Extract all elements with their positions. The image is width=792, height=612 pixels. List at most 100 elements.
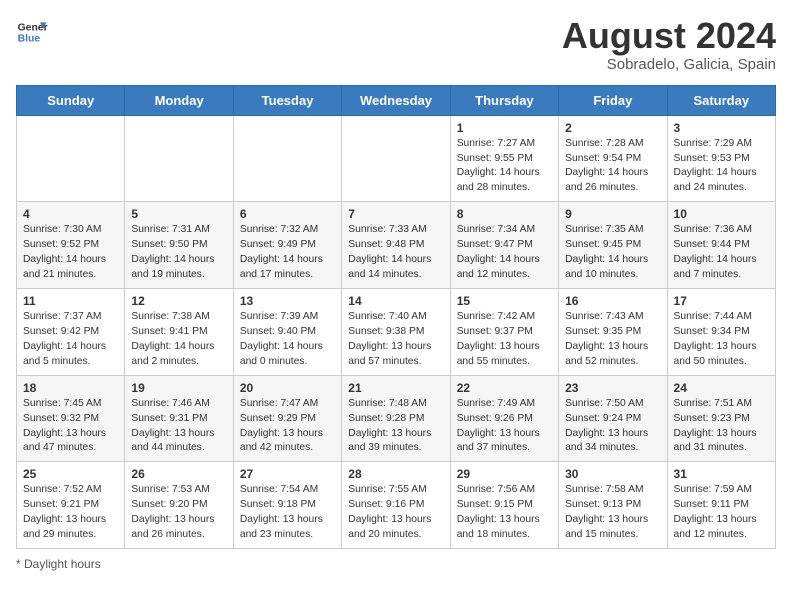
calendar-cell: 16 Sunrise: 7:43 AMSunset: 9:35 PMDayligh…: [559, 288, 667, 375]
calendar-cell: 8Sunrise: 7:34 AMSunset: 9:47 PMDaylight…: [450, 202, 558, 289]
calendar-week-2: 4 Sunrise: 7:30 AMSunset: 9:52 PMDaylight…: [17, 202, 776, 289]
day-number: 11: [23, 294, 118, 308]
day-number: 4: [23, 207, 118, 221]
day-number: 19: [131, 381, 226, 395]
calendar-cell: 14 Sunrise: 7:40 AMSunset: 9:38 PMDayligh…: [342, 288, 450, 375]
day-number: 28: [348, 467, 443, 481]
footer-note: * Daylight hours: [16, 557, 776, 571]
day-info: Sunrise: 7:32 AMSunset: 9:49 PMDaylight:…: [240, 223, 335, 283]
calendar-week-4: 18 Sunrise: 7:45 AMSunset: 9:32 PMDayligh…: [17, 375, 776, 462]
day-number: 2: [565, 121, 660, 135]
calendar-cell: [17, 115, 125, 202]
calendar-cell: 10 Sunrise: 7:36 AMSunset: 9:44 PMDayligh…: [667, 202, 775, 289]
day-info: Sunrise: 7:43 AMSunset: 9:35 PMDaylight:…: [565, 310, 660, 370]
day-info: Sunrise: 7:40 AMSunset: 9:38 PMDaylight:…: [348, 310, 443, 370]
day-info: Sunrise: 7:58 AMSunset: 9:13 PMDaylight:…: [565, 483, 660, 543]
day-info: Sunrise: 7:51 AMSunset: 9:23 PMDaylight:…: [674, 397, 769, 457]
calendar-cell: 20 Sunrise: 7:47 AMSunset: 9:29 PMDayligh…: [233, 375, 341, 462]
calendar-cell: 2 Sunrise: 7:28 AMSunset: 9:54 PMDaylight…: [559, 115, 667, 202]
day-info: Sunrise: 7:36 AMSunset: 9:44 PMDaylight:…: [674, 223, 769, 283]
day-info: Sunrise: 7:52 AMSunset: 9:21 PMDaylight:…: [23, 483, 118, 543]
day-number: 21: [348, 381, 443, 395]
day-header-monday: Monday: [125, 85, 233, 115]
day-number: 22: [457, 381, 552, 395]
calendar-week-3: 11Sunrise: 7:37 AMSunset: 9:42 PMDayligh…: [17, 288, 776, 375]
calendar-cell: 11Sunrise: 7:37 AMSunset: 9:42 PMDayligh…: [17, 288, 125, 375]
calendar-week-5: 25 Sunrise: 7:52 AMSunset: 9:21 PMDayligh…: [17, 462, 776, 549]
day-header-saturday: Saturday: [667, 85, 775, 115]
day-number: 17: [674, 294, 769, 308]
day-info: Sunrise: 7:27 AMSunset: 9:55 PMDaylight:…: [457, 137, 552, 197]
day-info: Sunrise: 7:54 AMSunset: 9:18 PMDaylight:…: [240, 483, 335, 543]
day-header-sunday: Sunday: [17, 85, 125, 115]
logo-icon: General Blue: [16, 16, 48, 48]
day-number: 25: [23, 467, 118, 481]
day-info: Sunrise: 7:38 AMSunset: 9:41 PMDaylight:…: [131, 310, 226, 370]
day-info: Sunrise: 7:59 AMSunset: 9:11 PMDaylight:…: [674, 483, 769, 543]
day-info: Sunrise: 7:44 AMSunset: 9:34 PMDaylight:…: [674, 310, 769, 370]
day-number: 23: [565, 381, 660, 395]
day-number: 14: [348, 294, 443, 308]
day-number: 5: [131, 207, 226, 221]
day-number: 24: [674, 381, 769, 395]
calendar-cell: 28 Sunrise: 7:55 AMSunset: 9:16 PMDayligh…: [342, 462, 450, 549]
day-number: 18: [23, 381, 118, 395]
day-number: 7: [348, 207, 443, 221]
location-subtitle: Sobradelo, Galicia, Spain: [562, 56, 776, 73]
day-header-friday: Friday: [559, 85, 667, 115]
day-number: 6: [240, 207, 335, 221]
calendar-table: SundayMondayTuesdayWednesdayThursdayFrid…: [16, 85, 776, 549]
day-number: 20: [240, 381, 335, 395]
day-info: Sunrise: 7:30 AMSunset: 9:52 PMDaylight:…: [23, 223, 118, 283]
calendar-cell: 12 Sunrise: 7:38 AMSunset: 9:41 PMDayligh…: [125, 288, 233, 375]
calendar-cell: 13Sunrise: 7:39 AMSunset: 9:40 PMDayligh…: [233, 288, 341, 375]
header: General Blue August 2024 Sobradelo, Gali…: [16, 16, 776, 73]
calendar-cell: [125, 115, 233, 202]
svg-text:Blue: Blue: [18, 34, 41, 45]
day-info: Sunrise: 7:53 AMSunset: 9:20 PMDaylight:…: [131, 483, 226, 543]
calendar-cell: 31Sunrise: 7:59 AMSunset: 9:11 PMDayligh…: [667, 462, 775, 549]
day-number: 3: [674, 121, 769, 135]
day-info: Sunrise: 7:35 AMSunset: 9:45 PMDaylight:…: [565, 223, 660, 283]
calendar-cell: 7 Sunrise: 7:33 AMSunset: 9:48 PMDaylight…: [342, 202, 450, 289]
day-info: Sunrise: 7:56 AMSunset: 9:15 PMDaylight:…: [457, 483, 552, 543]
day-number: 10: [674, 207, 769, 221]
calendar-cell: 15 Sunrise: 7:42 AMSunset: 9:37 PMDayligh…: [450, 288, 558, 375]
day-header-wednesday: Wednesday: [342, 85, 450, 115]
day-info: Sunrise: 7:28 AMSunset: 9:54 PMDaylight:…: [565, 137, 660, 197]
day-info: Sunrise: 7:31 AMSunset: 9:50 PMDaylight:…: [131, 223, 226, 283]
calendar-cell: 25 Sunrise: 7:52 AMSunset: 9:21 PMDayligh…: [17, 462, 125, 549]
calendar-cell: 1Sunrise: 7:27 AMSunset: 9:55 PMDaylight…: [450, 115, 558, 202]
calendar-cell: 24 Sunrise: 7:51 AMSunset: 9:23 PMDayligh…: [667, 375, 775, 462]
calendar-cell: 6 Sunrise: 7:32 AMSunset: 9:49 PMDaylight…: [233, 202, 341, 289]
day-number: 15: [457, 294, 552, 308]
calendar-cell: 17 Sunrise: 7:44 AMSunset: 9:34 PMDayligh…: [667, 288, 775, 375]
calendar-cell: 27Sunrise: 7:54 AMSunset: 9:18 PMDayligh…: [233, 462, 341, 549]
day-number: 16: [565, 294, 660, 308]
calendar-cell: [342, 115, 450, 202]
logo: General Blue: [16, 16, 48, 48]
day-info: Sunrise: 7:45 AMSunset: 9:32 PMDaylight:…: [23, 397, 118, 457]
calendar-cell: 29Sunrise: 7:56 AMSunset: 9:15 PMDayligh…: [450, 462, 558, 549]
day-info: Sunrise: 7:48 AMSunset: 9:28 PMDaylight:…: [348, 397, 443, 457]
calendar-cell: 22 Sunrise: 7:49 AMSunset: 9:26 PMDayligh…: [450, 375, 558, 462]
calendar-cell: 3 Sunrise: 7:29 AMSunset: 9:53 PMDaylight…: [667, 115, 775, 202]
day-number: 8: [457, 207, 552, 221]
calendar-cell: 9Sunrise: 7:35 AMSunset: 9:45 PMDaylight…: [559, 202, 667, 289]
calendar-cell: 23 Sunrise: 7:50 AMSunset: 9:24 PMDayligh…: [559, 375, 667, 462]
day-info: Sunrise: 7:50 AMSunset: 9:24 PMDaylight:…: [565, 397, 660, 457]
day-info: Sunrise: 7:42 AMSunset: 9:37 PMDaylight:…: [457, 310, 552, 370]
day-info: Sunrise: 7:33 AMSunset: 9:48 PMDaylight:…: [348, 223, 443, 283]
calendar-week-1: 1Sunrise: 7:27 AMSunset: 9:55 PMDaylight…: [17, 115, 776, 202]
calendar-cell: 4 Sunrise: 7:30 AMSunset: 9:52 PMDaylight…: [17, 202, 125, 289]
calendar-cell: [233, 115, 341, 202]
month-year-title: August 2024: [562, 16, 776, 56]
day-info: Sunrise: 7:29 AMSunset: 9:53 PMDaylight:…: [674, 137, 769, 197]
day-info: Sunrise: 7:49 AMSunset: 9:26 PMDaylight:…: [457, 397, 552, 457]
calendar-cell: 18 Sunrise: 7:45 AMSunset: 9:32 PMDayligh…: [17, 375, 125, 462]
calendar-cell: 19Sunrise: 7:46 AMSunset: 9:31 PMDayligh…: [125, 375, 233, 462]
day-info: Sunrise: 7:55 AMSunset: 9:16 PMDaylight:…: [348, 483, 443, 543]
calendar-cell: 30Sunrise: 7:58 AMSunset: 9:13 PMDayligh…: [559, 462, 667, 549]
day-number: 12: [131, 294, 226, 308]
day-info: Sunrise: 7:47 AMSunset: 9:29 PMDaylight:…: [240, 397, 335, 457]
